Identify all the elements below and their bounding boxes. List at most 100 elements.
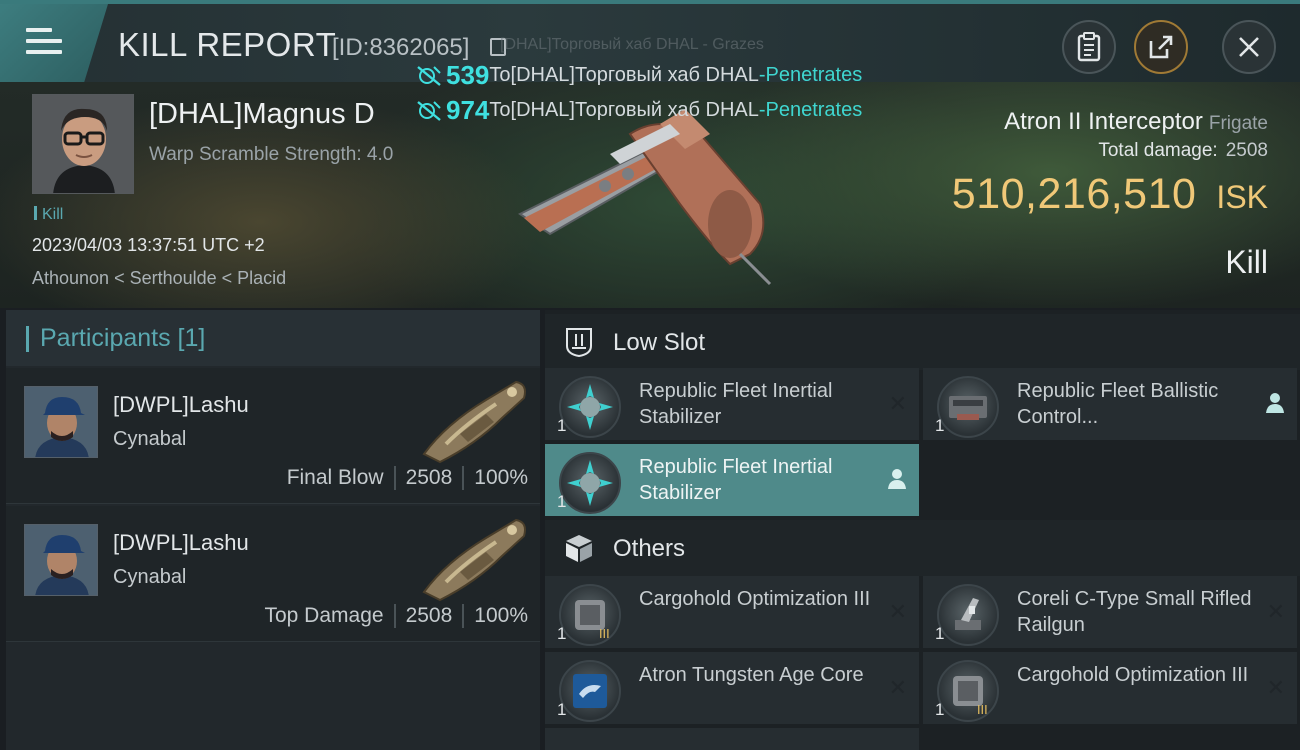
- others-header: Others: [545, 520, 1300, 576]
- victim-name[interactable]: [DHAL]Magnus D: [149, 98, 375, 131]
- page-title: KILL REPORT: [118, 26, 337, 63]
- item-name: Republic Fleet Inertial Stabilizer: [639, 380, 833, 428]
- destroyed-x-icon: ✕: [888, 392, 907, 417]
- dropped-person-icon: [1266, 393, 1284, 413]
- damage-feed-line: 974 To[DHAL]Торговый хаб DHAL -Penetrate…: [416, 95, 862, 126]
- cargo-item[interactable]: III 1 Cargohold Optimization III ✕: [545, 576, 919, 648]
- railgun-icon: [937, 584, 999, 646]
- participants-panel: Participants [1] [DWPL]Lashu Cynabal Fin…: [6, 310, 540, 750]
- pilot-avatar-image: [25, 387, 97, 457]
- cargo-item[interactable]: 1 Coreli C-Type Small Rifled Railgun ✕: [923, 576, 1297, 648]
- ship-name-line[interactable]: Atron II Interceptor Frigate: [1004, 108, 1268, 136]
- fitted-item[interactable]: 1 Republic Fleet Ballistic Control...: [923, 368, 1297, 440]
- participant-percent: 100%: [474, 604, 528, 627]
- weapon-hit-icon: [417, 100, 441, 121]
- svg-text:III: III: [977, 703, 988, 717]
- cargo-item[interactable]: III 1 Cargohold Optimization III ✕: [923, 652, 1297, 724]
- kill-location[interactable]: Athounon < Serthoulde < Placid: [32, 268, 286, 289]
- cynabal-ship-image: [422, 518, 526, 602]
- ballistic-control-icon: [937, 376, 999, 438]
- participant-name[interactable]: [DWPL]Lashu: [113, 392, 249, 418]
- damage-target: To[DHAL]Торговый хаб DHAL: [489, 99, 759, 121]
- isk-value-line: 510,216,510 ISK: [952, 170, 1268, 219]
- cargo-item[interactable]: 1 Atron Tungsten Age Core ✕: [545, 652, 919, 724]
- total-damage-label: Total damage:: [1098, 140, 1218, 161]
- item-name: Cargohold Optimization III: [639, 588, 871, 610]
- cargo-item-partial[interactable]: [545, 728, 919, 750]
- menu-button[interactable]: [0, 4, 108, 82]
- participant-damage: 2508: [405, 604, 453, 627]
- low-slot-icon: [566, 328, 592, 358]
- item-name: Cargohold Optimization III: [1017, 664, 1249, 686]
- low-slot-header: Low Slot: [545, 314, 1300, 370]
- clipboard-button[interactable]: [1062, 20, 1116, 74]
- participant-stats: Final Blow 2508 100%: [287, 466, 528, 490]
- share-button[interactable]: [1134, 20, 1188, 74]
- cargo-box-icon: [566, 535, 592, 562]
- participant-damage: 2508: [405, 466, 453, 489]
- damage-effect: -Penetrates: [758, 99, 863, 121]
- participants-label: Participants [1]: [40, 324, 206, 352]
- participants-header[interactable]: Participants [1]: [6, 310, 540, 366]
- destroyed-x-icon: ✕: [1266, 600, 1285, 625]
- item-quantity: 1: [935, 624, 945, 643]
- damage-feed-line: 539 To[DHAL]Торговый хаб DHAL -Penetrate…: [416, 60, 862, 91]
- cynabal-ship-image: [422, 380, 526, 464]
- participant-role: Final Blow: [286, 466, 384, 489]
- participant-name[interactable]: [DWPL]Lashu: [113, 530, 249, 556]
- cargohold-optimization-icon: III: [937, 660, 999, 722]
- divider: [393, 604, 396, 628]
- item-name: Atron Tungsten Age Core: [639, 664, 864, 686]
- ship-class: Frigate: [1208, 113, 1268, 134]
- participant-ship: Cynabal: [113, 428, 187, 450]
- destroyed-x-icon: ✕: [1266, 676, 1285, 701]
- warp-scramble-strength: Warp Scramble Strength: 4.0: [149, 144, 394, 165]
- item-quantity: 1: [557, 700, 567, 719]
- total-damage-value: 2508: [1225, 140, 1268, 161]
- damage-target: To[DHAL]Торговый хаб DHAL: [489, 64, 759, 86]
- participant-role: Top Damage: [264, 604, 384, 627]
- total-damage-line: Total damage: 2508: [1098, 140, 1268, 162]
- participant-row[interactable]: [DWPL]Lashu Cynabal Final Blow 2508 100%: [6, 368, 540, 504]
- destroyed-x-icon: ✕: [888, 676, 907, 701]
- kill-tag: Kill: [34, 206, 63, 224]
- share-icon: [1149, 35, 1173, 59]
- participant-stats: Top Damage 2508 100%: [264, 604, 528, 628]
- isk-amount: 510,216,510: [951, 170, 1197, 218]
- close-icon: [1239, 37, 1259, 57]
- fitted-item[interactable]: 1 Republic Fleet Inertial Stabilizer ✕: [545, 368, 919, 440]
- fitting-panel: Low Slot 1 Republic Fleet Inertial Stabi…: [545, 310, 1300, 750]
- inertial-stabilizer-icon: [559, 452, 621, 514]
- low-slot-label: Low Slot: [613, 329, 706, 356]
- destroyed-x-icon: ✕: [888, 600, 907, 625]
- fitted-item[interactable]: 1 Republic Fleet Inertial Stabilizer: [545, 444, 919, 516]
- svg-text:III: III: [599, 627, 610, 641]
- faded-feed-line: [DHAL]Торговый хаб DHAL - Grazes: [500, 36, 764, 53]
- item-quantity: 1: [557, 492, 567, 511]
- divider: [462, 466, 465, 490]
- result-label: Kill: [1225, 244, 1268, 280]
- participant-avatar[interactable]: [24, 386, 98, 458]
- pilot-portrait-image: [33, 95, 133, 193]
- close-button[interactable]: [1222, 20, 1276, 74]
- victim-portrait[interactable]: [32, 94, 134, 194]
- tungsten-core-icon: [559, 660, 621, 722]
- item-quantity: 1: [557, 624, 567, 643]
- ship-name: Atron II Interceptor: [1004, 108, 1203, 135]
- item-quantity: 1: [935, 416, 945, 435]
- participant-ship: Cynabal: [113, 566, 187, 588]
- item-quantity: 1: [557, 416, 567, 435]
- participant-avatar[interactable]: [24, 524, 98, 596]
- participant-row[interactable]: [DWPL]Lashu Cynabal Top Damage 2508 100%: [6, 506, 540, 642]
- pilot-avatar-image: [25, 525, 97, 595]
- hamburger-menu-icon: [26, 28, 62, 56]
- cargohold-optimization-icon: III: [559, 584, 621, 646]
- inertial-stabilizer-icon: [559, 376, 621, 438]
- isk-unit: ISK: [1216, 179, 1268, 215]
- damage-amount: 974: [446, 95, 490, 125]
- item-name: Republic Fleet Inertial Stabilizer: [639, 456, 833, 504]
- kill-datetime: 2023/04/03 13:37:51 UTC +2: [32, 235, 265, 255]
- report-id: [ID:8362065]: [332, 34, 470, 61]
- item-name: Republic Fleet Ballistic Control...: [1017, 380, 1219, 428]
- dropped-person-icon: [888, 469, 906, 489]
